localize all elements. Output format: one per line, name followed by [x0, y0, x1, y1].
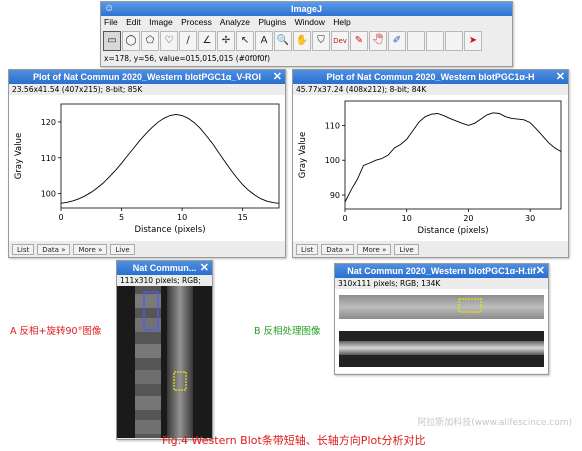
plot-right-info: 45.77x37.24 (408x212); 8-bit; 84K	[296, 85, 427, 94]
imagej-app-icon: ☺	[104, 3, 115, 14]
menu-process[interactable]: Process	[181, 17, 212, 27]
x-tick-label: 0	[58, 213, 63, 222]
x-tick-label: 10	[177, 213, 187, 222]
x-axis-label: Distance (pixels)	[417, 226, 488, 236]
menu-file[interactable]: File	[104, 17, 118, 27]
live-button[interactable]: Live	[110, 243, 135, 255]
plot-window-right: Plot of Nat Commun 2020_Western blotPGC1…	[292, 69, 569, 258]
empty-tool-slot-2[interactable]	[426, 31, 444, 51]
close-icon[interactable]: ✕	[273, 70, 282, 84]
line-tool-icon[interactable]: ∕	[179, 31, 197, 51]
x-tick-label: 15	[238, 213, 248, 222]
plot-right-buttons: List Data » More » Live	[293, 241, 568, 257]
y-tick-label: 90	[330, 191, 340, 200]
imagej-main-window: ☺ ImageJ File Edit Image Process Analyze…	[100, 1, 513, 67]
menu-image[interactable]: Image	[149, 17, 173, 27]
x-axis-label: Distance (pixels)	[134, 225, 205, 235]
plot-left-titlebar[interactable]: Plot of Nat Commun 2020_Western blotPGC1…	[9, 70, 285, 84]
list-button[interactable]: List	[296, 243, 319, 255]
plot-left-area: 0 5 10 15 100 110 120 Distance (pixels) Gray Val…	[9, 95, 285, 241]
blot-window-vertical: Nat Commun... ✕ 111x310 pixels; RGB;	[116, 260, 213, 440]
blot-horizontal-image[interactable]	[335, 289, 548, 373]
plot-frame	[60, 103, 280, 209]
plot-left-title: Plot of Nat Commun 2020_Western blotPGC1…	[33, 72, 261, 82]
empty-tool-slot-3[interactable]	[445, 31, 463, 51]
caption-right: B 反相处理图像	[254, 326, 321, 337]
y-axis-label: Gray Value	[298, 132, 308, 178]
plot-right-titlebar[interactable]: Plot of Nat Commun 2020_Western blotPGC1…	[293, 70, 568, 84]
plot-window-left: Plot of Nat Commun 2020_Western blotPGC1…	[8, 69, 286, 258]
text-tool-icon[interactable]: A	[255, 31, 273, 51]
blot-vertical-title: Nat Commun...	[132, 263, 197, 273]
more-tools-arrow-icon[interactable]: ➤	[464, 31, 482, 51]
pencil-tool-icon[interactable]: ✎	[350, 31, 368, 51]
wand-tool-icon[interactable]: ↖	[236, 31, 254, 51]
empty-tool-slot-1[interactable]	[407, 31, 425, 51]
plot-left-buttons: List Data » More » Live	[9, 241, 285, 257]
figure-caption: Fig.4 Western Blot条带短轴、长轴方向Plot分析对比	[162, 434, 426, 447]
y-tick-label: 110	[325, 121, 340, 130]
blot-horizontal-info: 310x111 pixels; RGB; 134K	[338, 279, 441, 288]
y-tick-label: 110	[41, 154, 56, 163]
x-tick-label: 0	[342, 214, 347, 223]
blot-horizontal-title: Nat Commun 2020_Western blotPGC1α-H.tif	[347, 266, 536, 276]
flood-fill-tool-icon[interactable]: ✐	[388, 31, 406, 51]
dropper-tool-icon[interactable]: ⛉	[312, 31, 330, 51]
y-tick-label: 100	[41, 190, 56, 199]
y-tick-label: 100	[325, 156, 340, 165]
menu-window[interactable]: Window	[295, 17, 325, 27]
blot-window-horizontal: Nat Commun 2020_Western blotPGC1α-H.tif …	[334, 263, 549, 375]
developer-menu-icon[interactable]: Dev	[331, 31, 349, 51]
plot-left-info: 23.56x41.54 (407x215); 8-bit; 85K	[12, 85, 143, 94]
hand-tool-icon[interactable]: ✋	[293, 31, 311, 51]
y-axis-label: Gray Value	[14, 133, 24, 179]
caption-left: A 反相+旋转90°图像	[10, 326, 102, 337]
plot-right-title: Plot of Nat Commun 2020_Western blotPGC1…	[326, 72, 535, 82]
imagej-toolbar: ▭ ◯ ⬠ ♡ ∕ ∠ ✢ ↖ A 🔍 ✋ ⛉ Dev ✎ 🖑 ✐ ➤	[101, 29, 512, 53]
more-button[interactable]: More »	[357, 243, 392, 255]
plot-frame	[344, 100, 562, 210]
data-button[interactable]: Data »	[321, 243, 355, 255]
plot-left-chart: 0 5 10 15 100 110 120 Distance (pixels) Gray Val…	[14, 103, 280, 235]
blot-vertical-info: 111x310 pixels; RGB;	[120, 276, 201, 285]
list-button[interactable]: List	[12, 243, 35, 255]
brush-tool-icon[interactable]: 🖑	[369, 31, 387, 51]
close-icon[interactable]: ✕	[536, 264, 545, 278]
close-icon[interactable]: ✕	[200, 261, 209, 275]
imagej-title: ImageJ	[290, 4, 323, 14]
menu-edit[interactable]: Edit	[126, 17, 141, 27]
menu-analyze[interactable]: Analyze	[220, 17, 250, 27]
blot-vertical-image[interactable]	[117, 286, 212, 438]
x-tick-label: 10	[402, 214, 412, 223]
imagej-status-bar: x=178, y=56, value=015,015,015 (#0f0f0f)	[104, 54, 271, 63]
x-tick-label: 30	[525, 214, 535, 223]
imagej-titlebar[interactable]: ☺ ImageJ	[101, 2, 512, 16]
rectangle-tool-icon[interactable]: ▭	[103, 31, 121, 51]
multipoint-tool-icon[interactable]: ✢	[217, 31, 235, 51]
more-button[interactable]: More »	[73, 243, 108, 255]
magnifier-tool-icon[interactable]: 🔍	[274, 31, 292, 51]
imagej-menubar: File Edit Image Process Analyze Plugins …	[101, 16, 512, 29]
polygon-tool-icon[interactable]: ⬠	[141, 31, 159, 51]
angle-tool-icon[interactable]: ∠	[198, 31, 216, 51]
blot-vertical-titlebar[interactable]: Nat Commun... ✕	[117, 261, 212, 275]
live-button[interactable]: Live	[394, 243, 419, 255]
x-tick-label: 5	[119, 213, 124, 222]
freehand-tool-icon[interactable]: ♡	[160, 31, 178, 51]
data-button[interactable]: Data »	[37, 243, 71, 255]
plot-right-area: 0 10 20 30 90 100 110 Distance (pixels) Gray Val…	[293, 95, 568, 241]
menu-plugins[interactable]: Plugins	[258, 17, 286, 27]
x-tick-label: 20	[463, 214, 473, 223]
watermark: 阿拉斯加科技(www.alifescince.com)	[417, 418, 572, 428]
plot-right-chart: 0 10 20 30 90 100 110 Distance (pixels) Gray Val…	[298, 100, 562, 236]
blot-band-top	[339, 295, 544, 319]
y-tick-label: 120	[41, 118, 56, 127]
close-icon[interactable]: ✕	[556, 70, 565, 84]
blot-horizontal-titlebar[interactable]: Nat Commun 2020_Western blotPGC1α-H.tif …	[335, 264, 548, 278]
menu-help[interactable]: Help	[333, 17, 350, 27]
oval-tool-icon[interactable]: ◯	[122, 31, 140, 51]
